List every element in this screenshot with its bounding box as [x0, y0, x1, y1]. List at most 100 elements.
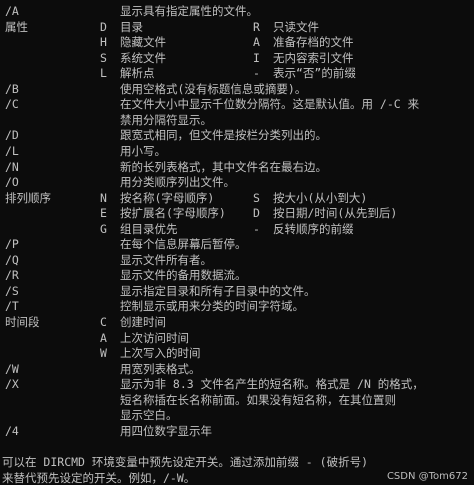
attribute-code: W	[100, 346, 107, 361]
description: 短名称插在长名称前面。如果没有短名称，在其位置则	[120, 392, 396, 407]
console-line: /T 控制显示或用来分类的时间字符域。	[0, 299, 474, 314]
console-line: /Q 显示文件所有者。	[0, 253, 474, 268]
console-line: 时间段 C 创建时间	[0, 315, 474, 330]
description: 组目录优先	[120, 221, 178, 236]
description: 在文件大小中显示千位数分隔符。这是默认值。用 /-C 来	[120, 97, 420, 112]
description: 按大小(从小到大)	[273, 190, 368, 205]
option-switch: /L	[5, 143, 19, 158]
option-switch: 排列顺序	[5, 190, 51, 205]
console-line: /B 使用空格式(没有标题信息或摘要)。	[0, 82, 474, 97]
console-line: /P 在每个信息屏幕后暂停。	[0, 237, 474, 252]
description: 显示具有指定属性的文件。	[120, 4, 258, 18]
description: 显示文件的备用数据流。	[120, 268, 247, 283]
description: 按名称(字母顺序)	[120, 190, 215, 205]
attribute-code: -	[253, 66, 260, 81]
console-line: /4 用四位数字显示年	[0, 424, 474, 439]
description: 显示文件所有者。	[120, 252, 212, 267]
console-line: /X 显示为非 8.3 文件名产生的短名称。格式是 /N 的格式，	[0, 377, 474, 392]
description: 无内容索引文件	[273, 50, 354, 65]
description: 新的长列表格式，其中文件名在最右边。	[120, 159, 327, 174]
attribute-code: C	[100, 315, 107, 329]
console-line: /W 用宽列表格式。	[0, 362, 474, 377]
description: 按扩展名(字母顺序)	[120, 206, 226, 221]
console-line: 属性 D 目录 R 只读文件	[0, 20, 474, 35]
description: 上次写入的时间	[120, 346, 201, 361]
console-line: A 上次访问时间	[0, 331, 474, 346]
csdn-watermark: CSDN @Tom672	[386, 471, 468, 482]
console-line: /D 跟宽式相同，但文件是按栏分类列出的。	[0, 128, 474, 143]
description: 上次访问时间	[120, 330, 189, 345]
console-output: /A 显示具有指定属性的文件。 属性 D 目录 R 只读文件 H 隐藏文件 A 准备存档的文件 S 系统…	[0, 0, 474, 485]
option-switch: /N	[5, 159, 19, 174]
option-switch: /W	[5, 361, 19, 376]
description: 反转顺序的前缀	[273, 221, 354, 236]
description: 跟宽式相同，但文件是按栏分类列出的。	[120, 128, 327, 143]
full-line-text: 可以在 DIRCMD 环境变量中预先设定开关。通过添加前缀 - (破折号)	[2, 454, 369, 469]
description: 目录	[120, 19, 143, 34]
option-switch: /B	[5, 81, 19, 96]
attribute-code: H	[100, 35, 107, 50]
description: 用小写。	[120, 143, 166, 158]
description: 表示“否”的前缀	[273, 66, 356, 81]
description: 使用空格式(没有标题信息或摘要)。	[120, 81, 307, 96]
description: 显示空白。	[120, 408, 178, 423]
attribute-code: S	[253, 190, 260, 205]
attribute-code: R	[253, 19, 260, 34]
option-switch: /R	[5, 268, 19, 283]
description: 显示为非 8.3 文件名产生的短名称。格式是 /N 的格式，	[120, 377, 424, 392]
description: 显示指定目录和所有子目录中的文件。	[120, 283, 316, 298]
console-line: S 系统文件 I 无内容索引文件	[0, 51, 474, 66]
full-line-text: 来替代预先设定的开关。例如，/-W。	[2, 470, 196, 485]
description: 解析点	[120, 66, 155, 81]
attribute-code: N	[100, 190, 107, 205]
description: 系统文件	[120, 50, 166, 65]
attribute-code: A	[253, 35, 260, 50]
console-line: /L 用小写。	[0, 144, 474, 159]
option-switch: /Q	[5, 252, 19, 267]
attribute-code: I	[253, 50, 260, 65]
description: 用分类顺序列出文件。	[120, 175, 235, 190]
console-line: /R 显示文件的备用数据流。	[0, 268, 474, 283]
console-line: H 隐藏文件 A 准备存档的文件	[0, 35, 474, 50]
description: 创建时间	[120, 315, 166, 329]
description: 准备存档的文件	[273, 35, 354, 50]
console-line: /A 显示具有指定属性的文件。	[0, 4, 474, 19]
option-switch: /S	[5, 283, 19, 298]
option-switch: /T	[5, 299, 19, 314]
console-line: 禁用分隔符显示。	[0, 113, 474, 128]
attribute-code: S	[100, 50, 107, 65]
description: 只读文件	[273, 19, 319, 34]
console-line: 显示空白。	[0, 408, 474, 423]
option-switch: /4	[5, 423, 19, 438]
console-line: W 上次写入的时间	[0, 346, 474, 361]
description: 用宽列表格式。	[120, 361, 201, 376]
attribute-code: G	[100, 221, 107, 236]
console-line: 排列顺序 N 按名称(字母顺序) S 按大小(从小到大)	[0, 191, 474, 206]
description: 按日期/时间(从先到后)	[273, 206, 398, 221]
console-line: /S 显示指定目录和所有子目录中的文件。	[0, 284, 474, 299]
option-switch: /O	[5, 175, 19, 190]
console-line: E 按扩展名(字母顺序) D 按日期/时间(从先到后)	[0, 206, 474, 221]
attribute-code: D	[100, 19, 107, 34]
console-line: /C 在文件大小中显示千位数分隔符。这是默认值。用 /-C 来	[0, 97, 474, 112]
console-line: /O 用分类顺序列出文件。	[0, 175, 474, 190]
description: 控制显示或用来分类的时间字符域。	[120, 299, 304, 314]
attribute-code: -	[253, 221, 260, 236]
attribute-code: D	[253, 206, 260, 221]
console-line: 短名称插在长名称前面。如果没有短名称，在其位置则	[0, 393, 474, 408]
option-switch: /P	[5, 237, 19, 252]
option-switch: /X	[5, 377, 19, 392]
attribute-code: A	[100, 330, 107, 345]
attribute-code: L	[100, 66, 107, 81]
attribute-code: E	[100, 206, 107, 221]
console-line: G 组目录优先 - 反转顺序的前缀	[0, 222, 474, 237]
option-switch: /C	[5, 97, 19, 112]
description: 在每个信息屏幕后暂停。	[120, 237, 247, 252]
console-line: L 解析点 - 表示“否”的前缀	[0, 66, 474, 81]
option-switch: /A	[5, 4, 19, 18]
console-line: /N 新的长列表格式，其中文件名在最右边。	[0, 160, 474, 175]
description: 用四位数字显示年	[120, 423, 212, 438]
option-switch: 时间段	[5, 315, 40, 329]
option-switch: /D	[5, 128, 19, 143]
